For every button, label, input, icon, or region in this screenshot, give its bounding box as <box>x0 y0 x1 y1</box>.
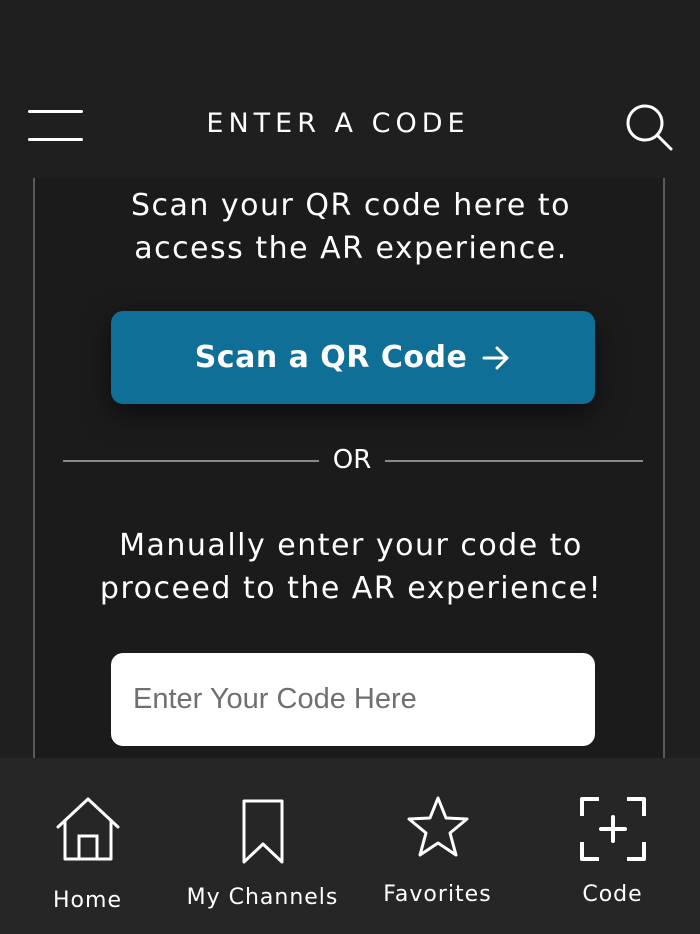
tab-home-label: Home <box>53 888 122 913</box>
page-title: ENTER A CODE <box>206 108 470 139</box>
search-icon <box>626 104 673 151</box>
header: ENTER A CODE <box>0 0 700 178</box>
scan-qr-button-label: Scan a QR Code <box>194 340 468 375</box>
scan-description: Scan your QR code here to access the AR … <box>130 188 572 266</box>
tab-code-label: Code <box>582 882 643 907</box>
arrow-right-icon <box>482 346 509 369</box>
scan-code-icon <box>579 797 646 861</box>
search-button[interactable] <box>624 102 674 152</box>
enter-code-screen: ENTER A CODE Scan your QR code here to a… <box>0 0 700 934</box>
manual-description: Manually enter your code to proceed to t… <box>99 528 603 606</box>
scan-qr-button[interactable]: Scan a QR Code <box>111 311 595 404</box>
tab-favorites[interactable]: Favorites <box>350 758 525 934</box>
star-icon <box>407 796 468 857</box>
or-divider: OR <box>63 444 643 476</box>
divider-text: OR <box>332 445 372 475</box>
tab-my-channels-label: My Channels <box>186 885 339 910</box>
bookmark-icon <box>242 799 283 864</box>
home-icon <box>56 797 119 861</box>
tab-my-channels[interactable]: My Channels <box>175 758 350 934</box>
code-input[interactable] <box>111 653 595 746</box>
bottom-tab-bar: Home My Channels Favorites Code <box>0 758 700 934</box>
code-entry-panel: Scan your QR code here to access the AR … <box>33 178 665 758</box>
tab-code[interactable]: Code <box>525 758 700 934</box>
tab-home[interactable]: Home <box>0 758 175 934</box>
divider-line <box>63 460 319 462</box>
divider-line <box>385 460 643 462</box>
tab-favorites-label: Favorites <box>383 882 492 907</box>
